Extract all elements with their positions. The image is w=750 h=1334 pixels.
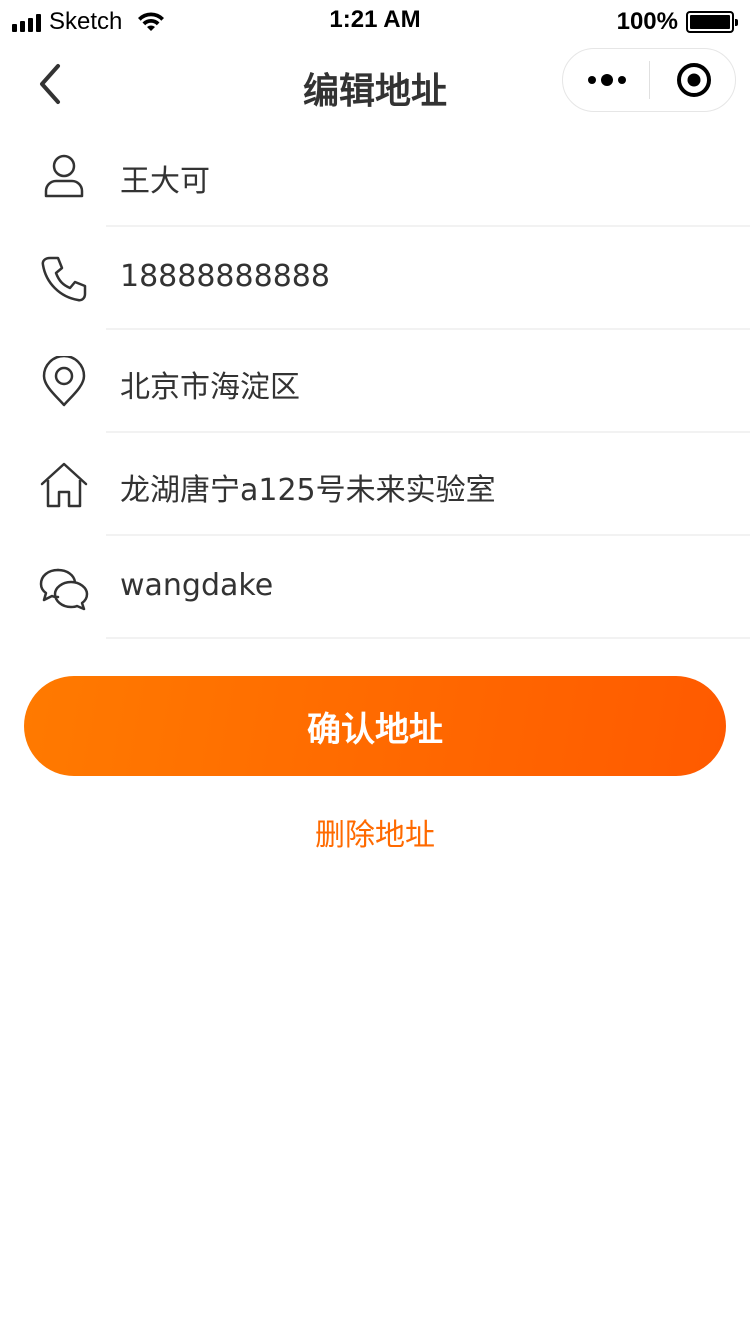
mini-program-capsule bbox=[562, 48, 736, 112]
name-field[interactable]: 王大可 bbox=[120, 156, 210, 200]
record-icon bbox=[676, 63, 711, 97]
name-row[interactable]: 王大可 bbox=[0, 124, 750, 227]
chat-bubbles-icon bbox=[38, 562, 90, 614]
house-icon bbox=[38, 459, 90, 511]
battery-percent: 100% bbox=[616, 8, 678, 35]
row-divider bbox=[106, 637, 750, 639]
region-field[interactable]: 北京市海淀区 bbox=[120, 362, 300, 406]
address-form: 王大可 18888888888 北京市海淀区 龙湖唐宁a125号未来实验室 wa… bbox=[0, 124, 750, 639]
location-pin-icon bbox=[38, 354, 90, 408]
more-dots-icon bbox=[587, 74, 626, 86]
phone-icon bbox=[38, 253, 90, 305]
phone-row[interactable]: 18888888888 bbox=[0, 227, 750, 330]
page: Sketch 1:21 AM 100% 编辑地址 王大可 18888888888… bbox=[0, 0, 750, 1334]
wechat-field[interactable]: wangdake bbox=[120, 568, 273, 603]
status-right: 100% bbox=[616, 8, 738, 36]
region-row[interactable]: 北京市海淀区 bbox=[0, 330, 750, 433]
phone-field[interactable]: 18888888888 bbox=[120, 259, 330, 294]
close-mini-program-button[interactable] bbox=[650, 49, 737, 111]
status-bar: Sketch 1:21 AM 100% bbox=[0, 0, 750, 44]
more-button[interactable] bbox=[563, 49, 650, 111]
nav-bar: 编辑地址 bbox=[0, 44, 750, 124]
person-icon bbox=[38, 150, 90, 202]
wechat-row[interactable]: wangdake bbox=[0, 536, 750, 639]
delete-address-link[interactable]: 删除地址 bbox=[0, 810, 750, 854]
battery-icon bbox=[686, 11, 738, 33]
confirm-address-button[interactable]: 确认地址 bbox=[24, 676, 726, 776]
address-field[interactable]: 龙湖唐宁a125号未来实验室 bbox=[120, 465, 496, 509]
address-row[interactable]: 龙湖唐宁a125号未来实验室 bbox=[0, 433, 750, 536]
